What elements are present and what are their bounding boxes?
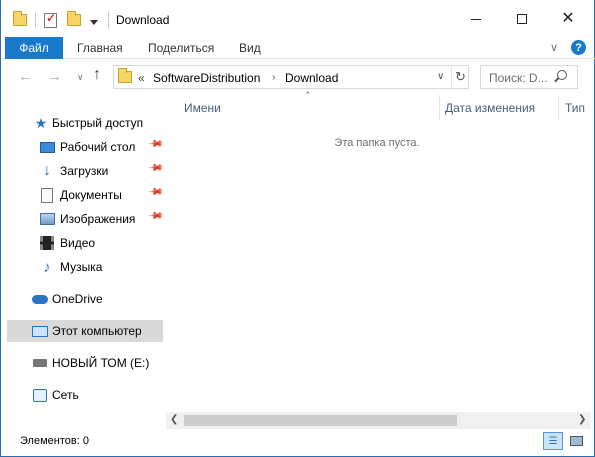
sidebar-item-quick-access[interactable]: ★ Быстрый доступ — [7, 112, 163, 134]
explorer-window: Download ✕ Файл Главная Поделиться Вид ∨… — [0, 0, 595, 457]
sidebar-item-drive-e[interactable]: НОВЫЙ ТОМ (E:) — [7, 352, 163, 374]
large-icons-view-icon — [569, 436, 583, 446]
address-bar[interactable]: « SoftwareDistribution › Download ∨ ↻ — [113, 65, 469, 89]
column-divider[interactable] — [558, 95, 559, 120]
desktop-icon — [39, 139, 55, 155]
pin-icon[interactable]: 📌 — [147, 160, 164, 177]
star-icon: ★ — [34, 114, 48, 131]
pictures-icon — [39, 211, 55, 227]
sidebar-item-label: Музыка — [60, 260, 103, 274]
help-icon[interactable]: ? — [571, 40, 586, 55]
ribbon-tabs: Файл Главная Поделиться Вид ∨ ? — [1, 37, 595, 59]
sidebar-item-videos[interactable]: Видео — [7, 232, 163, 254]
title-separator — [108, 11, 109, 29]
quick-access-toolbar — [13, 11, 98, 29]
documents-icon — [39, 187, 55, 203]
scrollbar-thumb[interactable] — [184, 415, 457, 426]
item-count: Элементов: 0 — [20, 435, 89, 447]
folder-icon — [118, 68, 132, 83]
music-icon: ♪ — [43, 258, 51, 276]
column-header-type[interactable]: Тип — [565, 101, 585, 115]
sidebar-item-label: Этот компьютер — [52, 324, 142, 338]
sidebar-item-network[interactable]: Сеть — [7, 384, 163, 406]
forward-arrow-icon[interactable]: → — [47, 68, 62, 85]
details-view-icon: ☰ — [548, 435, 558, 447]
sidebar-item-label: Быстрый доступ — [52, 116, 144, 130]
breadcrumb-overflow[interactable]: « — [138, 71, 145, 85]
minimize-button[interactable] — [453, 0, 499, 38]
refresh-icon[interactable]: ↻ — [451, 67, 469, 87]
network-icon — [32, 387, 48, 403]
scroll-right-icon[interactable]: ❯ — [578, 414, 586, 425]
videos-icon — [39, 235, 55, 251]
sidebar-item-label: Рабочий стол — [60, 140, 136, 154]
sidebar-item-this-pc[interactable]: Этот компьютер — [7, 320, 163, 342]
sidebar-item-label: Загрузки — [60, 164, 109, 178]
search-input[interactable]: Поиск: D... — [480, 65, 578, 89]
sidebar-item-label: Сеть — [52, 388, 79, 402]
drive-icon — [32, 355, 48, 371]
navigation-bar: ← → ∨ ↑ « SoftwareDistribution › Downloa… — [1, 62, 595, 92]
up-arrow-icon[interactable]: ↑ — [93, 66, 101, 84]
breadcrumb-softwaredistribution[interactable]: SoftwareDistribution — [153, 71, 260, 85]
sidebar-item-label: НОВЫЙ ТОМ (E:) — [52, 356, 150, 370]
minimize-icon — [471, 18, 481, 20]
scroll-left-icon[interactable]: ❮ — [170, 414, 178, 425]
large-icons-view-button[interactable] — [566, 432, 586, 450]
window-title: Download — [116, 13, 170, 27]
properties-icon[interactable] — [44, 11, 57, 28]
tab-file[interactable]: Файл — [5, 37, 63, 59]
close-icon: ✕ — [561, 10, 575, 27]
downloads-icon: ↓ — [43, 162, 51, 179]
status-bar: Элементов: 0 ☰ — [1, 430, 595, 452]
sidebar-item-onedrive[interactable]: OneDrive — [7, 288, 163, 310]
sidebar-item-label: OneDrive — [52, 292, 103, 306]
file-list[interactable]: ⌃ Имени Дата изменения Тип Эта папка пус… — [166, 90, 588, 410]
sidebar-item-pictures[interactable]: Изображения 📌 — [7, 208, 164, 230]
sidebar-item-desktop[interactable]: Рабочий стол 📌 — [7, 136, 164, 158]
pin-icon[interactable]: 📌 — [147, 208, 164, 225]
horizontal-scrollbar[interactable]: ❮ ❯ — [166, 412, 591, 429]
folder-icon[interactable] — [13, 11, 27, 26]
details-view-button[interactable]: ☰ — [543, 432, 563, 450]
column-header-name[interactable]: Имени — [184, 101, 221, 115]
maximize-icon — [517, 14, 527, 24]
title-bar: Download ✕ — [1, 0, 591, 38]
recent-locations-chevron-icon[interactable]: ∨ — [77, 72, 84, 83]
sidebar-item-documents[interactable]: Документы 📌 — [7, 184, 164, 206]
this-pc-icon — [32, 323, 48, 339]
sort-ascending-icon: ⌃ — [304, 90, 312, 100]
new-folder-icon[interactable] — [67, 11, 81, 26]
toolbar-separator — [35, 12, 36, 28]
empty-folder-message: Эта папка пуста. — [334, 137, 420, 149]
sidebar-item-label: Изображения — [60, 212, 136, 226]
search-icon — [557, 70, 567, 80]
breadcrumb-download[interactable]: Download — [285, 71, 338, 85]
breadcrumb-chevron-icon[interactable]: › — [272, 72, 275, 83]
customize-toolbar-chevron-icon[interactable] — [90, 19, 98, 25]
sidebar-item-downloads[interactable]: ↓ Загрузки 📌 — [7, 160, 164, 182]
column-divider[interactable] — [439, 95, 440, 120]
sidebar-item-label: Видео — [60, 236, 96, 250]
sidebar-item-music[interactable]: ♪ Музыка — [7, 256, 163, 278]
address-history-chevron-icon[interactable]: ∨ — [437, 71, 444, 82]
maximize-button[interactable] — [499, 0, 545, 38]
sidebar-item-label: Документы — [60, 188, 122, 202]
column-header-date-modified[interactable]: Дата изменения — [445, 101, 535, 115]
search-placeholder: Поиск: D... — [489, 71, 548, 85]
expand-ribbon-chevron-icon[interactable]: ∨ — [550, 41, 558, 54]
navigation-pane: ★ Быстрый доступ Рабочий стол 📌 ↓ Загруз… — [1, 97, 165, 422]
pin-icon[interactable]: 📌 — [147, 184, 164, 201]
tab-home[interactable]: Главная — [77, 41, 123, 55]
close-button[interactable]: ✕ — [545, 0, 591, 38]
tab-share[interactable]: Поделиться — [148, 41, 214, 55]
onedrive-icon — [32, 291, 48, 307]
back-arrow-icon[interactable]: ← — [18, 68, 33, 85]
pin-icon[interactable]: 📌 — [147, 136, 164, 153]
tab-view[interactable]: Вид — [239, 41, 261, 55]
